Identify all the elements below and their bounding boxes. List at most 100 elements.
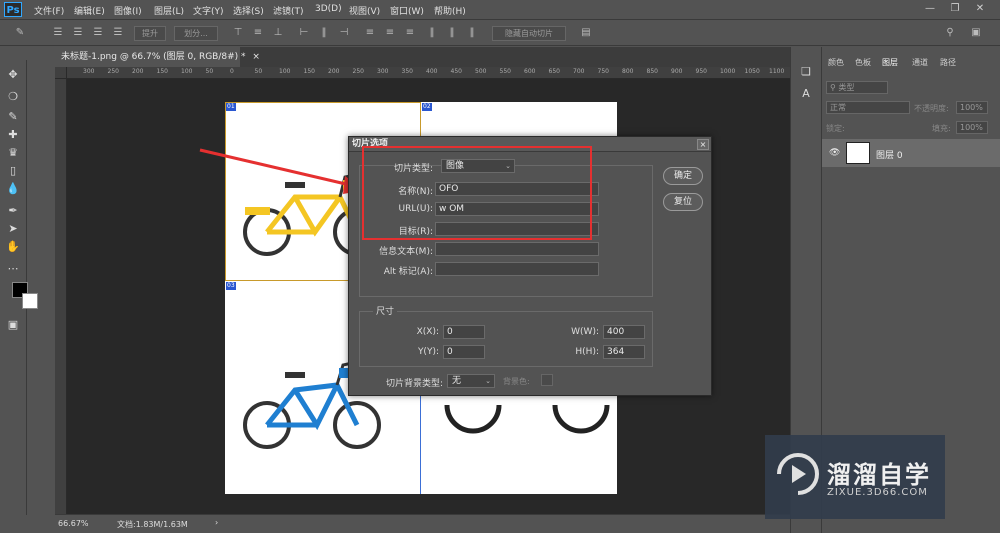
x-input[interactable]: 0 [443, 325, 485, 339]
restore-icon[interactable]: ❐ [945, 2, 965, 16]
menu-view[interactable]: 视图(V) [349, 4, 380, 17]
tab-swatches[interactable]: 色板 [855, 57, 871, 68]
document-tab-close-icon[interactable]: × [252, 52, 260, 62]
hand-tool-icon[interactable]: ✋ [6, 240, 20, 254]
path-selection-icon[interactable]: ➤ [6, 222, 20, 236]
slice-options-icon[interactable]: ▤ [580, 27, 592, 39]
stack-bottom-icon[interactable]: ☰ [112, 27, 124, 39]
search-icon[interactable]: ⚲ [944, 27, 956, 39]
document-tab-title: 未标题-1.png @ 66.7% (图层 0, RGB/8#) * [61, 52, 246, 62]
w-input[interactable]: 400 [603, 325, 645, 339]
zoom-level[interactable]: 66.67% [58, 519, 89, 528]
menu-edit[interactable]: 编辑(E) [74, 4, 105, 17]
bg-color-swatch[interactable] [541, 374, 553, 386]
status-menu-arrow[interactable]: › [215, 518, 218, 527]
ruler-horizontal: 300 250 200 150 100 50 0 50 100 150 200 250 300 350 40… [67, 67, 790, 79]
slice-tag-03[interactable]: 03 [226, 282, 236, 290]
tab-layers[interactable]: 图层 [882, 57, 898, 68]
pen-tool-icon[interactable]: ✒ [6, 204, 20, 218]
distribute-center-icon[interactable]: ‖ [446, 27, 458, 39]
menu-layer[interactable]: 图层(L) [154, 4, 184, 17]
dialog-close-button[interactable]: × [697, 139, 709, 150]
message-text-input[interactable] [435, 242, 599, 256]
quick-mask-icon[interactable]: ▣ [6, 318, 20, 332]
ok-button[interactable]: 确定 [663, 167, 703, 185]
lasso-tool-icon[interactable]: ❍ [6, 90, 20, 104]
y-input[interactable]: 0 [443, 345, 485, 359]
background-color-swatch[interactable] [22, 293, 38, 309]
ruler-tick-label: 300 [83, 68, 95, 75]
slice-tag-01[interactable]: 01 [226, 103, 236, 111]
stack-top-icon[interactable]: ☰ [52, 27, 64, 39]
watermark: 溜溜自学 ZIXUE.3D66.COM [765, 435, 945, 519]
distribute-top-icon[interactable]: ≡ [364, 27, 376, 39]
hide-auto-slices-button[interactable]: 隐藏自动切片 [492, 26, 566, 41]
align-center-icon[interactable]: ‖ [318, 27, 330, 39]
fill-input[interactable]: 100% [956, 121, 988, 134]
message-text-label: 信息文本(M): [379, 247, 433, 257]
document-tab[interactable]: 未标题-1.png @ 66.7% (图层 0, RGB/8#) * × [55, 47, 260, 67]
history-panel-icon[interactable]: ❏ [799, 65, 813, 79]
menu-filter[interactable]: 滤镜(T) [273, 4, 304, 17]
slice-tool-icon[interactable]: ✎ [14, 27, 26, 39]
menu-file[interactable]: 文件(F) [34, 4, 64, 17]
align-middle-icon[interactable]: ≡ [252, 27, 264, 39]
menu-window[interactable]: 窗口(W) [390, 4, 424, 17]
menu-3d[interactable]: 3D(D) [315, 4, 342, 14]
more-tools-icon[interactable]: ⋯ [6, 262, 20, 276]
menu-type[interactable]: 文字(Y) [193, 4, 224, 17]
stack-up-icon[interactable]: ☰ [72, 27, 84, 39]
eraser-tool-icon[interactable]: ▯ [6, 164, 20, 178]
layer-thumbnail [846, 142, 870, 164]
ruler-tick-label: 750 [597, 68, 609, 75]
ruler-tick-label: 100 [279, 68, 291, 75]
layer-name[interactable]: 图层 0 [876, 148, 903, 161]
menu-help[interactable]: 帮助(H) [434, 4, 466, 17]
move-tool-icon[interactable]: ✥ [6, 68, 20, 82]
distribute-right-icon[interactable]: ‖ [466, 27, 478, 39]
distribute-left-icon[interactable]: ‖ [426, 27, 438, 39]
blur-tool-icon[interactable]: 💧 [6, 182, 20, 196]
visibility-eye-icon[interactable]: 👁 [829, 148, 840, 158]
x-label: X(X): [416, 327, 439, 337]
blend-mode-select[interactable]: 正常 [826, 101, 910, 114]
ruler-tick-label: 550 [499, 68, 511, 75]
alt-tag-input[interactable] [435, 262, 599, 276]
menu-image[interactable]: 图像(I) [114, 4, 142, 17]
align-right-icon[interactable]: ⊣ [338, 27, 350, 39]
reset-button[interactable]: 复位 [663, 193, 703, 211]
status-bar: 66.67% 文档:1.83M/1.63M › [55, 514, 790, 533]
align-left-icon[interactable]: ⊢ [298, 27, 310, 39]
tab-color[interactable]: 颜色 [828, 57, 844, 68]
ruler-vertical [55, 79, 67, 514]
ruler-tick-label: 1100 [769, 68, 785, 75]
dimensions-label: 尺寸 [373, 304, 398, 317]
distribute-bottom-icon[interactable]: ≡ [404, 27, 416, 39]
stack-down-icon[interactable]: ☰ [92, 27, 104, 39]
h-input[interactable]: 364 [603, 345, 645, 359]
tab-paths[interactable]: 路径 [940, 57, 956, 68]
distribute-middle-icon[interactable]: ≡ [384, 27, 396, 39]
minimize-icon[interactable]: — [920, 2, 940, 16]
layer-row[interactable]: 👁 图层 0 [822, 139, 1000, 167]
tab-channels[interactable]: 通道 [912, 57, 928, 68]
healing-brush-icon[interactable]: ✚ [6, 128, 20, 142]
chevron-down-icon: ⌄ [485, 377, 491, 385]
slice-tool-icon[interactable]: ✎ [6, 110, 20, 124]
workspace-icon[interactable]: ▣ [970, 27, 982, 39]
menu-select[interactable]: 选择(S) [233, 4, 264, 17]
divide-button[interactable]: 划分... [174, 26, 218, 41]
character-panel-icon[interactable]: A [799, 87, 813, 101]
close-window-icon[interactable]: ✕ [970, 2, 990, 16]
slice-bg-type-select[interactable]: 无 ⌄ [447, 374, 495, 388]
ruler-tick-label: 1000 [720, 68, 736, 75]
ruler-tick-label: 50 [254, 68, 263, 75]
align-top-icon[interactable]: ⊤ [232, 27, 244, 39]
layer-kind-filter[interactable]: ⚲ 类型 [826, 81, 888, 94]
promote-button[interactable]: 提升 [134, 26, 166, 41]
slice-tag-02[interactable]: 02 [422, 103, 432, 111]
opacity-input[interactable]: 100% [956, 101, 988, 114]
align-bottom-icon[interactable]: ⊥ [272, 27, 284, 39]
opacity-label: 不透明度: [914, 104, 949, 113]
clone-stamp-icon[interactable]: ♛ [6, 146, 20, 160]
